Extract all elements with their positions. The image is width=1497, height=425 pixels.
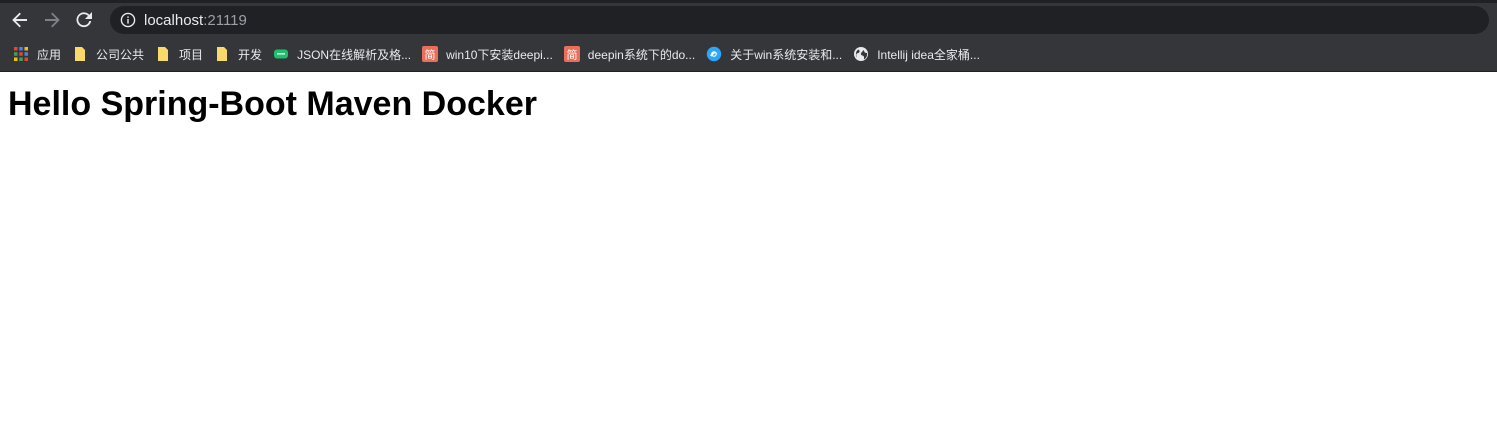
apps-grid-icon: [14, 47, 28, 61]
bookmarks-bar: 应用 公司公共 项目 开发 JSON在线解析及格... 简 win10下安装de…: [0, 37, 1497, 72]
arrow-left-icon: [12, 12, 27, 28]
page-title: Hello Spring-Boot Maven Docker: [8, 85, 537, 123]
svg-text:简: 简: [425, 48, 436, 62]
json-icon: [274, 49, 289, 59]
bookmark-label: 关于win系统安装和...: [730, 47, 843, 62]
folder-icon: [75, 47, 86, 61]
bookmark-jianshu-win10[interactable]: 简 win10下安装deepi...: [419, 40, 561, 68]
page-content: Hello Spring-Boot Maven Docker: [0, 72, 1497, 425]
back-button[interactable]: [8, 8, 32, 32]
bookmark-label: JSON在线解析及格...: [297, 47, 412, 62]
jianshu-icon: 简: [563, 46, 580, 62]
bookmark-label: Intellij idea全家桶...: [877, 47, 980, 62]
bookmark-label: deepin系统下的do...: [587, 47, 696, 62]
bookmark-apps[interactable]: 应用: [10, 40, 69, 68]
folder-icon: [158, 47, 169, 61]
url-port: :21119: [203, 11, 247, 29]
bookmark-folder-company[interactable]: 公司公共: [69, 40, 152, 68]
bookmark-label: 公司公共: [96, 47, 145, 62]
deepin-icon: [706, 46, 722, 62]
globe-icon: [854, 47, 869, 61]
bookmark-label: win10下安装deepi...: [446, 47, 553, 62]
bookmark-folder-dev[interactable]: 开发: [211, 40, 270, 68]
bookmark-label: 开发: [238, 47, 263, 62]
bookmark-folder-projects[interactable]: 项目: [152, 40, 211, 68]
svg-text:简: 简: [566, 48, 577, 62]
forward-button[interactable]: [40, 8, 64, 32]
browser-toolbar: localhost:21119: [0, 0, 1497, 37]
address-bar[interactable]: localhost:21119: [110, 6, 1489, 34]
bookmark-deepin-win[interactable]: 关于win系统安装和...: [703, 40, 850, 68]
bookmark-jianshu-deepin[interactable]: 简 deepin系统下的do...: [561, 40, 703, 68]
bookmark-intellij[interactable]: Intellij idea全家桶...: [850, 40, 988, 68]
url-host: localhost: [144, 11, 204, 29]
browser-window: localhost:21119 应用 公司公共 项目 开发 JSON在线解析及…: [0, 0, 1497, 425]
bookmark-label: 应用: [37, 47, 62, 62]
folder-icon: [217, 47, 228, 61]
reload-icon: [76, 12, 92, 28]
bookmark-label: 项目: [179, 47, 204, 62]
bookmark-json[interactable]: JSON在线解析及格...: [270, 40, 419, 68]
info-icon[interactable]: [120, 12, 136, 28]
reload-button[interactable]: [72, 8, 96, 32]
arrow-right-icon: [45, 12, 60, 28]
jianshu-icon: 简: [422, 46, 439, 62]
